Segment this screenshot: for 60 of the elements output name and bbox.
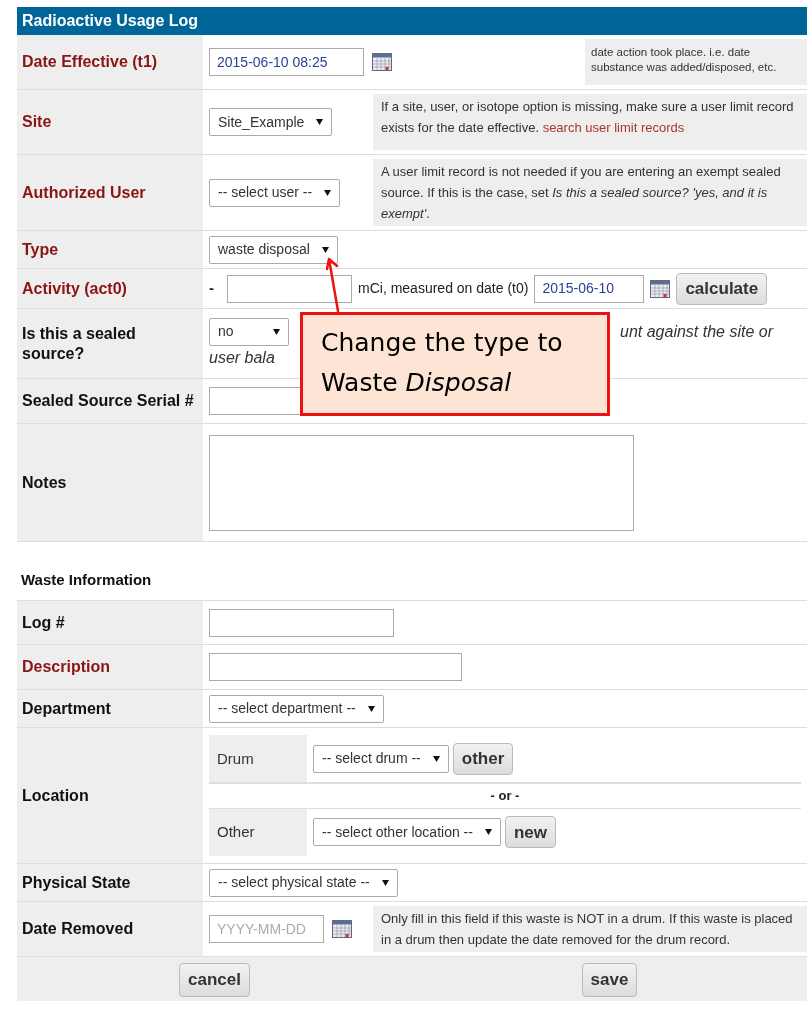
field-label: Date Effective (t1) [22,52,158,72]
action-button[interactable]: other [452,742,514,775]
note-fragment: unt against the site or [620,321,773,342]
text-field[interactable] [209,653,462,681]
annotation-tooltip: Change the type to Waste Disposal [300,312,610,416]
caret-icon [381,879,389,886]
save-button[interactable]: save [581,963,638,997]
search-link[interactable]: search user limit records [542,120,685,135]
help-note: Only fill in this field if this waste is NOT in a drum. If this waste is placed in a drum then update the date removed for the drum record. [373,906,807,952]
dropdown[interactable]: -- select department -- [209,694,384,723]
field-label: Authorized User [22,182,146,203]
dropdown[interactable]: no [209,317,289,346]
action-button[interactable]: calculate [676,272,768,305]
caret-icon [324,189,332,196]
action-button[interactable]: new [504,816,556,849]
caret-icon [316,119,324,125]
field-label: Notes [22,472,67,493]
caret-icon [367,705,375,712]
field-label: Description [22,657,110,677]
help-note: If a site, user, or isotope option is missing, make sure a user limit record exists for the date effective. search user limit records [373,94,807,150]
dropdown[interactable]: waste disposal [209,235,338,264]
field-label: Date Removed [22,919,134,939]
field-label: Activity (act0) [22,278,127,299]
help-note: date action took place. i.e. date substance was added/disposed, etc. [585,39,807,85]
calendar-icon[interactable] [332,920,352,938]
minus-sign: - [209,278,215,299]
field-label: Department [22,698,111,719]
field-label: Physical State [22,872,131,893]
location-label: Drum [217,748,254,769]
field-label: Is this a sealed source? [22,323,137,364]
callout-arrow [326,256,340,312]
page-title: Radioactive Usage Log [22,11,199,31]
unit-label: mCi, measured on date (t0) [358,279,529,298]
text-field[interactable] [209,608,394,637]
dropdown[interactable]: -- select drum -- [313,744,449,773]
caret-icon [321,246,329,253]
help-note: A user limit record is not needed if you are entering an exempt sealed source. If this is the case, set Is this a sealed source? 'yes, and it is exempt'. [373,159,807,226]
date-field[interactable]: 2015-06-10 [534,274,645,303]
dropdown[interactable]: -- select physical state -- [209,868,398,897]
field-label: Type [22,239,59,260]
location-label: Other [217,822,255,842]
caret-icon [484,829,492,836]
caret-icon [273,328,280,335]
calendar-icon[interactable] [372,53,392,71]
dropdown[interactable]: -- select user -- [209,178,341,207]
caret-icon [432,755,440,762]
or-separator: - or - [490,787,520,806]
dropdown[interactable]: -- select other location -- [313,818,501,847]
section-heading: Waste Information [21,571,152,588]
note-fragment: user bala [209,347,275,368]
field-label: Site [22,112,52,132]
field-label: Location [22,785,89,806]
dropdown[interactable]: Site_Example [209,108,333,136]
field-label: Log # [22,612,65,633]
activity-field[interactable] [227,274,352,303]
notes-textarea[interactable] [209,434,634,531]
field-label: Sealed Source Serial # [22,391,194,411]
calendar-icon[interactable] [650,279,671,298]
date-field[interactable]: 2015-06-10 08:25 [209,48,364,76]
cancel-button[interactable]: cancel [179,963,250,997]
